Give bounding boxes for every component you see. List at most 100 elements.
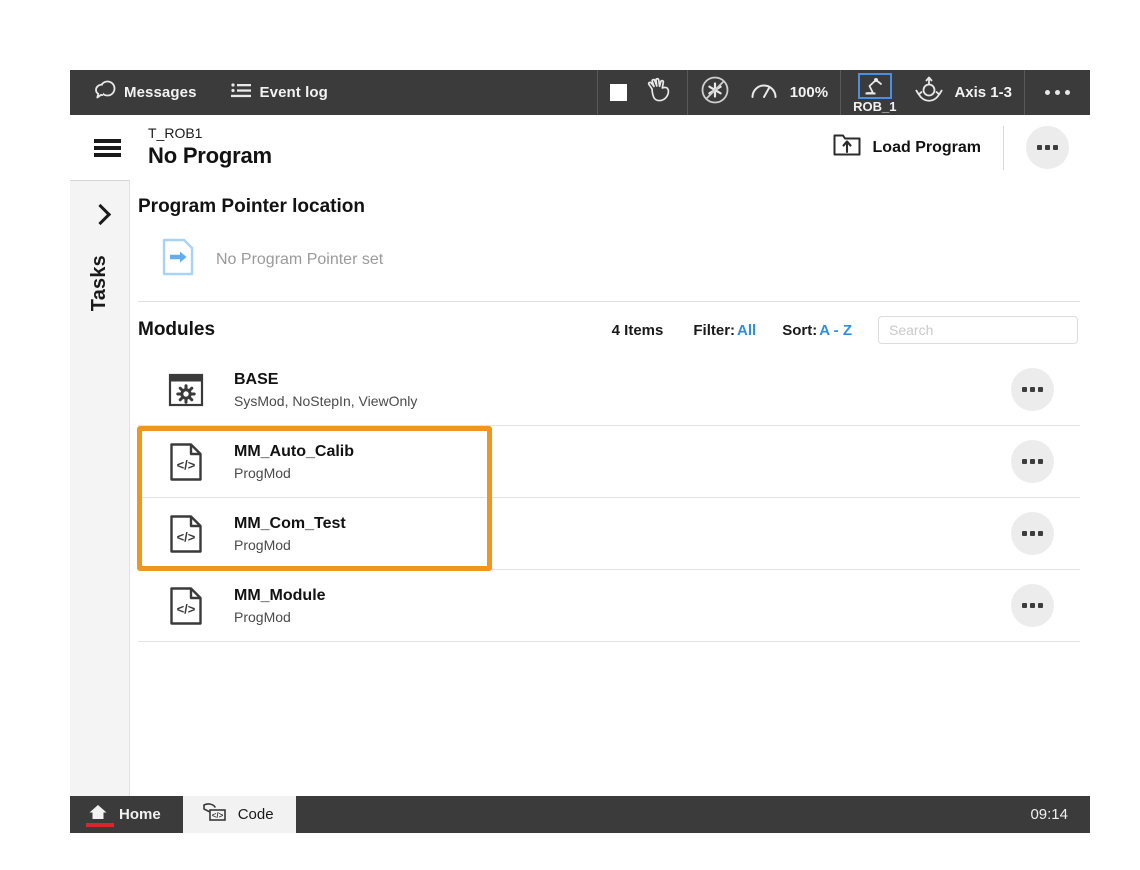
dot-1 [1022, 531, 1027, 536]
row-more-button[interactable] [1011, 512, 1054, 555]
dot-3 [1053, 145, 1058, 150]
robot-icon [858, 73, 892, 99]
module-attributes: ProgMod [234, 607, 984, 627]
module-text-block: MM_Com_Test ProgMod [234, 513, 984, 555]
program-pointer-section-title: Program Pointer location [138, 180, 1090, 220]
speed-percent-label: 100% [790, 84, 828, 101]
row-more-button[interactable] [1011, 368, 1054, 411]
hamburger-menu-button[interactable] [70, 136, 145, 160]
page-title-block: T_ROB1 No Program [145, 125, 825, 170]
taskbar-empty-area [296, 796, 1031, 833]
page-header: T_ROB1 No Program Load Program [70, 115, 1090, 180]
table-row[interactable]: BASE SysMod, NoStepIn, ViewOnly [138, 354, 1080, 426]
module-name: MM_Com_Test [234, 513, 984, 534]
status-bar-more-button[interactable] [1024, 70, 1090, 115]
manual-mode-hand-icon[interactable] [645, 77, 675, 108]
sort-value: A - Z [819, 322, 852, 339]
motors-off-icon[interactable] [700, 75, 730, 110]
taskbar-item-home[interactable]: Home [70, 796, 183, 833]
dot-1 [1022, 603, 1027, 608]
hamburger-bar-3 [94, 153, 121, 157]
dot-3 [1038, 387, 1043, 392]
dot-2 [1030, 459, 1035, 464]
dot-1 [1022, 459, 1027, 464]
module-name: MM_Module [234, 585, 984, 606]
modules-list: BASE SysMod, NoStepIn, ViewOnly [138, 354, 1080, 642]
header-actions: Load Program [825, 115, 1090, 180]
dot-3 [1065, 90, 1070, 95]
speed-gauge-icon[interactable] [750, 78, 778, 107]
filter-label: Filter: [693, 322, 735, 339]
page-title: No Program [148, 142, 825, 170]
row-more-button-wrap [984, 584, 1080, 627]
dot-3 [1038, 459, 1043, 464]
progmod-icon: </> [138, 514, 234, 554]
messages-button[interactable]: Messages [84, 70, 207, 115]
dot-2 [1030, 531, 1035, 536]
header-more-button-wrap [1004, 126, 1090, 169]
program-pointer-icon [162, 238, 194, 281]
event-log-icon [231, 82, 252, 104]
task-name-label: T_ROB1 [148, 125, 825, 142]
program-pointer-status: No Program Pointer set [216, 251, 383, 269]
row-more-button-wrap [984, 440, 1080, 483]
module-name: BASE [234, 369, 984, 390]
dot-2 [1030, 387, 1035, 392]
dot-1 [1037, 145, 1042, 150]
main-content: Program Pointer location No Program Poin… [130, 180, 1090, 796]
robot-selector[interactable]: ROB_1 [853, 73, 896, 113]
home-active-underline [86, 823, 114, 827]
search-placeholder: Search [889, 322, 933, 338]
chevron-right-icon[interactable] [87, 203, 113, 229]
robot-name-label: ROB_1 [853, 100, 896, 113]
hamburger-bar-1 [94, 139, 121, 143]
table-row[interactable]: </> MM_Auto_Calib ProgMod [138, 426, 1080, 498]
taskbar-code-label: Code [238, 806, 274, 823]
search-input[interactable]: Search [878, 316, 1078, 344]
load-program-icon [833, 133, 861, 163]
filter-value: All [737, 322, 756, 339]
svg-text:</>: </> [177, 601, 196, 616]
messages-icon [94, 80, 116, 105]
tasks-sidebar-label: Tasks [88, 255, 111, 311]
header-more-button[interactable] [1026, 126, 1069, 169]
jog-axis-icon[interactable] [914, 76, 944, 109]
robot-teach-pendant-app: Messages Event log [70, 70, 1090, 833]
page-body: Tasks Program Pointer location No Progra… [70, 180, 1090, 796]
messages-label: Messages [124, 84, 197, 101]
event-log-label: Event log [260, 84, 328, 101]
tasks-sidebar[interactable]: Tasks [70, 180, 130, 796]
module-attributes: ProgMod [234, 535, 984, 555]
taskbar-home-label: Home [119, 806, 161, 823]
module-text-block: MM_Auto_Calib ProgMod [234, 441, 984, 483]
event-log-button[interactable]: Event log [221, 70, 338, 115]
program-pointer-row: No Program Pointer set [138, 220, 1080, 302]
progmod-icon: </> [138, 442, 234, 482]
module-text-block: MM_Module ProgMod [234, 585, 984, 627]
sysmod-icon [138, 371, 234, 409]
row-more-button-wrap [984, 368, 1080, 411]
dot-3 [1038, 531, 1043, 536]
taskbar-clock: 09:14 [1030, 796, 1090, 833]
stop-icon[interactable] [610, 84, 627, 101]
row-more-button[interactable] [1011, 584, 1054, 627]
module-attributes: ProgMod [234, 463, 984, 483]
load-program-button[interactable]: Load Program [825, 115, 1003, 180]
module-text-block: BASE SysMod, NoStepIn, ViewOnly [234, 369, 984, 411]
hamburger-icon [94, 136, 121, 160]
sort-control[interactable]: Sort:A - Z [782, 322, 852, 339]
filter-control[interactable]: Filter:All [693, 322, 756, 339]
table-row[interactable]: </> MM_Module ProgMod [138, 570, 1080, 642]
progmod-icon: </> [138, 586, 234, 626]
row-more-button[interactable] [1011, 440, 1054, 483]
code-robot-icon: </> [201, 801, 227, 828]
modules-section-title: Modules [138, 319, 215, 341]
status-bar-left: Messages Event log [70, 70, 597, 115]
dot-2 [1030, 603, 1035, 608]
axis-label: Axis 1-3 [954, 84, 1012, 101]
taskbar-item-code[interactable]: </> Code [183, 796, 296, 833]
row-more-button-wrap [984, 512, 1080, 555]
table-row[interactable]: </> MM_Com_Test ProgMod [138, 498, 1080, 570]
robot-axis-group: ROB_1 Axis 1-3 [840, 70, 1024, 115]
svg-text:</>: </> [211, 811, 223, 820]
